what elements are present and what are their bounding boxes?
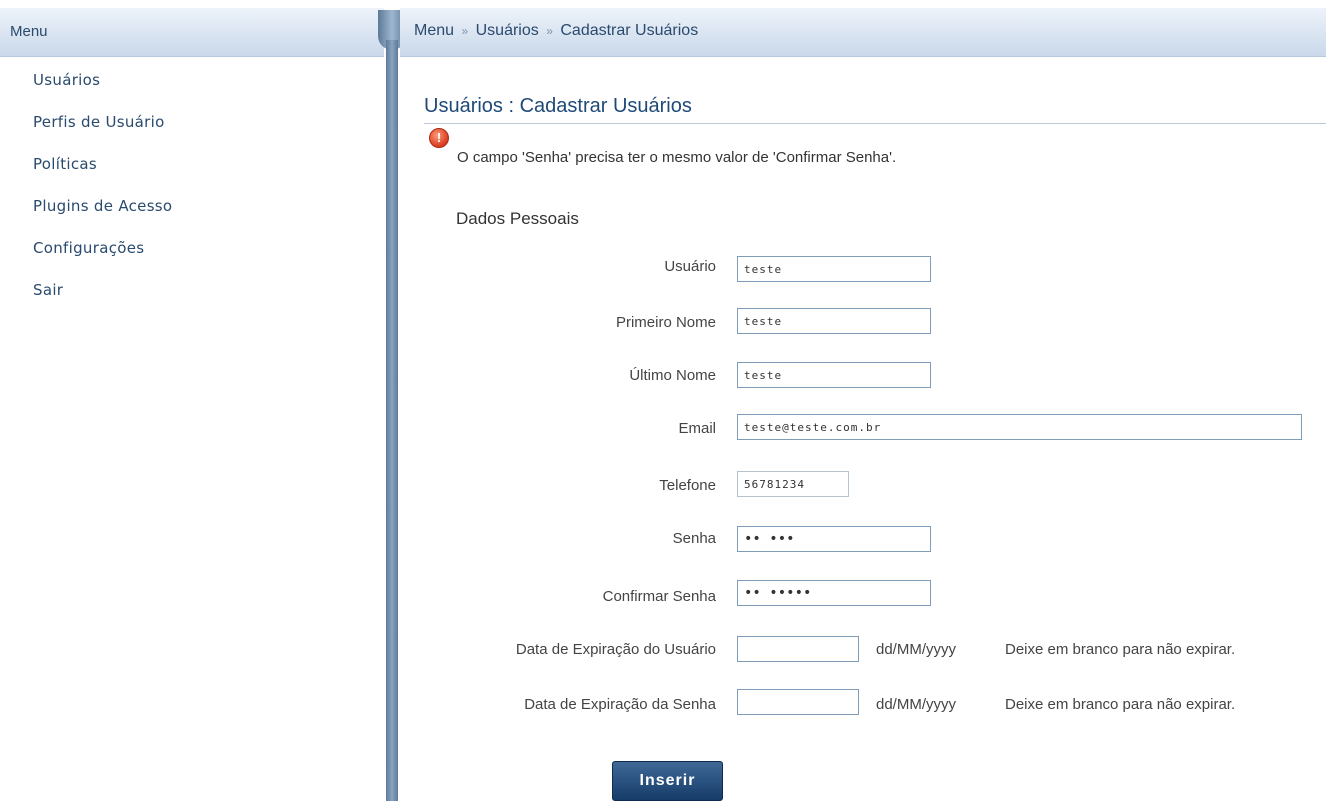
ultimo-nome-label: Último Nome (629, 367, 716, 384)
splitter-bar[interactable] (386, 40, 398, 801)
sidebar-item-sair[interactable]: Sair (33, 280, 172, 322)
main-content: Menu » Usuários » Cadastrar Usuários Usu… (400, 0, 1326, 801)
breadcrumb-usuarios-link[interactable]: Usuários (476, 22, 539, 39)
sidebar-link[interactable]: Configurações (33, 239, 144, 257)
usuario-field[interactable] (737, 256, 931, 282)
ultimo-nome-field[interactable] (737, 362, 931, 388)
exp-senha-label: Data de Expiração da Senha (524, 696, 716, 713)
sidebar-link[interactable]: Sair (33, 281, 63, 299)
exp-senha-field[interactable] (737, 689, 859, 715)
sidebar-link[interactable]: Plugins de Acesso (33, 197, 172, 215)
inserir-button[interactable]: Inserir (612, 761, 723, 801)
usuario-label: Usuário (664, 258, 716, 275)
sidebar-header: Menu (0, 8, 384, 57)
section-title: Dados Pessoais (456, 209, 579, 228)
sidebar-link[interactable]: Usuários (33, 71, 100, 89)
telefone-field[interactable] (737, 471, 849, 497)
sidebar-menu: Usuários Perfis de Usuário Políticas Plu… (33, 70, 172, 322)
exp-usuario-label: Data de Expiração do Usuário (515, 641, 716, 658)
primeiro-nome-field[interactable] (737, 308, 931, 334)
title-divider (424, 123, 1326, 124)
error-message: O campo 'Senha' precisa ter o mesmo valo… (457, 149, 897, 166)
senha-label: Senha (672, 530, 716, 547)
breadcrumb-separator: » (461, 24, 469, 38)
exp-senha-hint: Deixe em branco para não expirar. (1005, 696, 1236, 713)
sidebar-header-label: Menu (10, 23, 48, 40)
exp-usuario-format: dd/MM/yyyy (876, 641, 957, 658)
error-icon: ! (429, 128, 449, 148)
breadcrumb: Menu » Usuários » Cadastrar Usuários (414, 22, 698, 40)
telefone-label: Telefone (659, 477, 716, 494)
sidebar-item-perfis[interactable]: Perfis de Usuário (33, 112, 172, 154)
breadcrumb-separator: » (546, 24, 553, 38)
sidebar-item-plugins[interactable]: Plugins de Acesso (33, 196, 172, 238)
confirmar-senha-field[interactable] (737, 580, 931, 606)
sidebar-item-usuarios[interactable]: Usuários (33, 70, 172, 112)
email-field[interactable] (737, 414, 1302, 440)
sidebar-item-configuracoes[interactable]: Configurações (33, 238, 172, 280)
panel-splitter[interactable] (378, 10, 406, 801)
breadcrumb-current: Cadastrar Usuários (560, 22, 699, 39)
sidebar-link[interactable]: Políticas (33, 155, 97, 173)
breadcrumb-menu-link[interactable]: Menu (414, 22, 454, 39)
sidebar: Menu Usuários Perfis de Usuário Política… (0, 0, 384, 801)
senha-field[interactable] (737, 526, 931, 552)
email-label: Email (678, 420, 716, 437)
sidebar-link[interactable]: Perfis de Usuário (33, 113, 165, 131)
confirmar-senha-label: Confirmar Senha (602, 588, 716, 605)
exp-usuario-hint: Deixe em branco para não expirar. (1005, 641, 1236, 658)
sidebar-item-politicas[interactable]: Políticas (33, 154, 172, 196)
breadcrumb-bar: Menu » Usuários » Cadastrar Usuários (400, 8, 1326, 57)
page-title: Usuários : Cadastrar Usuários (424, 95, 692, 117)
primeiro-nome-label: Primeiro Nome (615, 314, 716, 331)
exp-senha-format: dd/MM/yyyy (876, 696, 957, 713)
exp-usuario-field[interactable] (737, 636, 859, 662)
